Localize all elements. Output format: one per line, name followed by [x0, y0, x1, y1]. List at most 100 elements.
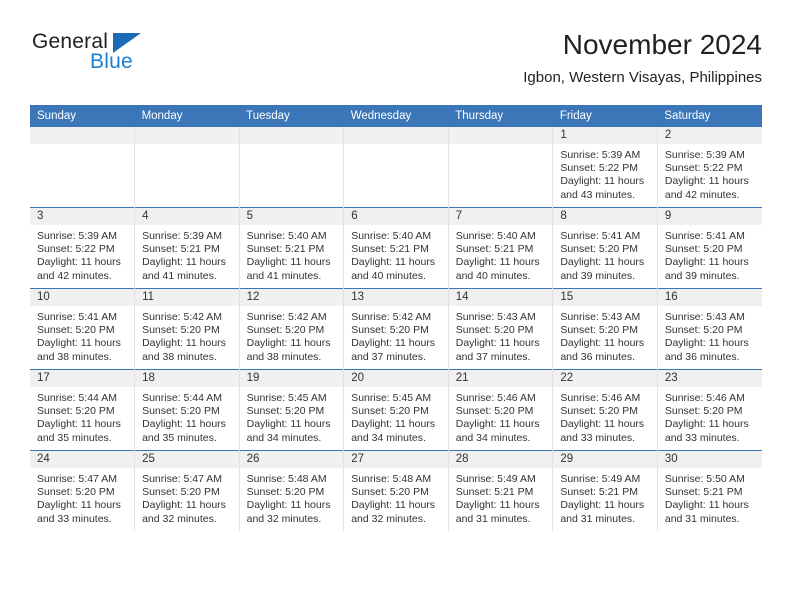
- sunrise-text: Sunrise: 5:43 AM: [560, 311, 641, 323]
- day-details: Sunrise: 5:43 AM Sunset: 5:20 PM Daylight:…: [658, 306, 762, 364]
- sunrise-text: Sunrise: 5:47 AM: [142, 473, 223, 485]
- sunset-text: Sunset: 5:20 PM: [246, 324, 325, 337]
- daylight-text: and 41 minutes.: [246, 269, 322, 282]
- daylight-text: and 34 minutes.: [246, 431, 322, 444]
- day-details: Sunrise: 5:39 AM Sunset: 5:22 PM Daylight:…: [658, 144, 762, 202]
- daylight-text: Daylight: 11 hours: [664, 175, 749, 188]
- sunrise-text: Sunrise: 5:41 AM: [37, 311, 117, 323]
- calendar-day-cell[interactable]: 17 Sunrise: 5:44 AM Sunset: 5:20 PM Dayligh…: [30, 369, 136, 451]
- sunset-text: Sunset: 5:20 PM: [142, 324, 220, 337]
- daylight-text: and 37 minutes.: [455, 350, 531, 363]
- day-number: [239, 127, 343, 144]
- sunrise-text: Sunrise: 5:49 AM: [455, 473, 536, 485]
- daylight-text: and 43 minutes.: [560, 188, 636, 201]
- day-details: Sunrise: 5:41 AM Sunset: 5:20 PM Daylight:…: [658, 225, 762, 283]
- sunset-text: Sunset: 5:20 PM: [37, 324, 115, 337]
- daylight-text: and 32 minutes.: [246, 512, 322, 525]
- calendar-day-cell[interactable]: 16 Sunrise: 5:43 AM Sunset: 5:20 PM Dayligh…: [657, 288, 762, 370]
- day-details: Sunrise: 5:41 AM Sunset: 5:20 PM Daylight:…: [553, 225, 656, 283]
- day-number: 12: [239, 289, 343, 306]
- calendar-day-cell[interactable]: 25 Sunrise: 5:47 AM Sunset: 5:20 PM Dayligh…: [134, 450, 240, 531]
- sunset-text: Sunset: 5:20 PM: [664, 324, 743, 337]
- daylight-text: and 31 minutes.: [560, 512, 636, 525]
- brand-logo[interactable]: General Blue: [30, 30, 230, 90]
- calendar-day-cell[interactable]: 26 Sunrise: 5:48 AM Sunset: 5:20 PM Dayligh…: [239, 450, 345, 531]
- daylight-text: and 39 minutes.: [560, 269, 636, 282]
- sunrise-text: Sunrise: 5:43 AM: [664, 311, 745, 323]
- page-title: November 2024: [562, 29, 762, 60]
- day-details: [30, 144, 134, 149]
- sunrise-text: Sunrise: 5:48 AM: [351, 473, 432, 485]
- calendar-day-cell[interactable]: 22 Sunrise: 5:46 AM Sunset: 5:20 PM Dayligh…: [552, 369, 658, 451]
- day-number: 6: [344, 208, 448, 225]
- calendar-day-cell[interactable]: 28 Sunrise: 5:49 AM Sunset: 5:21 PM Dayligh…: [448, 450, 554, 531]
- calendar-day-cell[interactable]: 18 Sunrise: 5:44 AM Sunset: 5:20 PM Dayligh…: [134, 369, 240, 451]
- sunset-text: Sunset: 5:20 PM: [37, 405, 115, 418]
- calendar-day-cell[interactable]: 29 Sunrise: 5:49 AM Sunset: 5:21 PM Dayligh…: [552, 450, 658, 531]
- calendar-day-cell[interactable]: 5 Sunrise: 5:40 AM Sunset: 5:21 PM Daylight…: [239, 207, 345, 289]
- calendar-day-cell[interactable]: 3 Sunrise: 5:39 AM Sunset: 5:22 PM Daylight…: [30, 207, 136, 289]
- sunset-text: Sunset: 5:22 PM: [37, 243, 115, 256]
- daylight-text: and 37 minutes.: [351, 350, 426, 363]
- calendar-day-cell[interactable]: 8 Sunrise: 5:41 AM Sunset: 5:20 PM Daylight…: [552, 207, 658, 289]
- calendar-day-cell[interactable]: 2 Sunrise: 5:39 AM Sunset: 5:22 PM Daylight…: [657, 127, 762, 208]
- sunset-text: Sunset: 5:22 PM: [560, 162, 638, 175]
- brand-name-blue: Blue: [90, 50, 133, 73]
- sunrise-text: Sunrise: 5:40 AM: [455, 230, 536, 242]
- daylight-text: Daylight: 11 hours: [246, 337, 331, 350]
- sunset-text: Sunset: 5:20 PM: [560, 324, 638, 337]
- day-number: [448, 127, 552, 144]
- calendar-day-cell[interactable]: 23 Sunrise: 5:46 AM Sunset: 5:20 PM Dayligh…: [657, 369, 762, 451]
- calendar-day-cell[interactable]: 14 Sunrise: 5:43 AM Sunset: 5:20 PM Dayligh…: [448, 288, 554, 370]
- calendar-day-cell[interactable]: 6 Sunrise: 5:40 AM Sunset: 5:21 PM Daylight…: [343, 207, 449, 289]
- day-details: Sunrise: 5:39 AM Sunset: 5:21 PM Daylight:…: [135, 225, 238, 283]
- calendar-day-cell[interactable]: 7 Sunrise: 5:40 AM Sunset: 5:21 PM Daylight…: [448, 207, 554, 289]
- calendar-day-cell[interactable]: 30 Sunrise: 5:50 AM Sunset: 5:21 PM Dayligh…: [657, 450, 762, 531]
- calendar-day-cell[interactable]: 10 Sunrise: 5:41 AM Sunset: 5:20 PM Dayligh…: [30, 288, 136, 370]
- calendar-day-cell[interactable]: 21 Sunrise: 5:46 AM Sunset: 5:20 PM Dayligh…: [448, 369, 554, 451]
- calendar-day-cell[interactable]: 20 Sunrise: 5:45 AM Sunset: 5:20 PM Dayligh…: [343, 369, 449, 451]
- day-number: 23: [657, 370, 762, 387]
- calendar-day-cell-empty: [134, 127, 240, 208]
- daylight-text: Daylight: 11 hours: [37, 337, 121, 350]
- daylight-text: Daylight: 11 hours: [455, 256, 540, 269]
- calendar-day-cell[interactable]: 1 Sunrise: 5:39 AM Sunset: 5:22 PM Daylight…: [552, 127, 658, 208]
- sunset-text: Sunset: 5:20 PM: [560, 405, 638, 418]
- sunset-text: Sunset: 5:20 PM: [455, 405, 534, 418]
- daylight-text: Daylight: 11 hours: [351, 337, 436, 350]
- daylight-text: Daylight: 11 hours: [664, 256, 749, 269]
- calendar-day-cell[interactable]: 9 Sunrise: 5:41 AM Sunset: 5:20 PM Daylight…: [657, 207, 762, 289]
- sunrise-text: Sunrise: 5:50 AM: [664, 473, 745, 485]
- day-details: Sunrise: 5:42 AM Sunset: 5:20 PM Daylight:…: [135, 306, 238, 364]
- daylight-text: Daylight: 11 hours: [664, 418, 749, 431]
- calendar-day-cell[interactable]: 4 Sunrise: 5:39 AM Sunset: 5:21 PM Daylight…: [134, 207, 240, 289]
- calendar-day-cell[interactable]: 24 Sunrise: 5:47 AM Sunset: 5:20 PM Dayligh…: [30, 450, 136, 531]
- calendar-day-cell[interactable]: 27 Sunrise: 5:48 AM Sunset: 5:20 PM Dayligh…: [343, 450, 449, 531]
- daylight-text: Daylight: 11 hours: [37, 256, 121, 269]
- sunrise-text: Sunrise: 5:44 AM: [37, 392, 117, 404]
- sunset-text: Sunset: 5:20 PM: [351, 405, 429, 418]
- sunset-text: Sunset: 5:20 PM: [246, 405, 325, 418]
- daylight-text: Daylight: 11 hours: [351, 418, 436, 431]
- calendar-day-cell[interactable]: 12 Sunrise: 5:42 AM Sunset: 5:20 PM Dayligh…: [239, 288, 345, 370]
- calendar-grid: Sunday Monday Tuesday Wednesday Thursday Frid…: [30, 105, 762, 531]
- calendar-day-cell[interactable]: 15 Sunrise: 5:43 AM Sunset: 5:20 PM Dayligh…: [552, 288, 658, 370]
- day-number: 26: [239, 451, 343, 468]
- day-number: 11: [135, 289, 239, 306]
- weekday-header-sunday: Sunday: [30, 105, 135, 127]
- sunrise-text: Sunrise: 5:39 AM: [664, 149, 745, 161]
- day-number: 10: [30, 289, 134, 306]
- calendar-day-cell[interactable]: 19 Sunrise: 5:45 AM Sunset: 5:20 PM Dayligh…: [239, 369, 345, 451]
- calendar-day-cell[interactable]: 11 Sunrise: 5:42 AM Sunset: 5:20 PM Dayligh…: [134, 288, 240, 370]
- sunrise-text: Sunrise: 5:42 AM: [142, 311, 223, 323]
- day-number: 1: [553, 127, 657, 144]
- sunrise-text: Sunrise: 5:39 AM: [142, 230, 223, 242]
- day-details: Sunrise: 5:44 AM Sunset: 5:20 PM Daylight:…: [135, 387, 238, 445]
- calendar-day-cell-empty: [239, 127, 345, 208]
- daylight-text: and 31 minutes.: [455, 512, 531, 525]
- calendar-day-cell[interactable]: 13 Sunrise: 5:42 AM Sunset: 5:20 PM Dayligh…: [343, 288, 449, 370]
- sunset-text: Sunset: 5:20 PM: [664, 243, 743, 256]
- daylight-text: and 40 minutes.: [455, 269, 531, 282]
- day-details: Sunrise: 5:47 AM Sunset: 5:20 PM Daylight:…: [135, 468, 238, 526]
- daylight-text: Daylight: 11 hours: [142, 337, 226, 350]
